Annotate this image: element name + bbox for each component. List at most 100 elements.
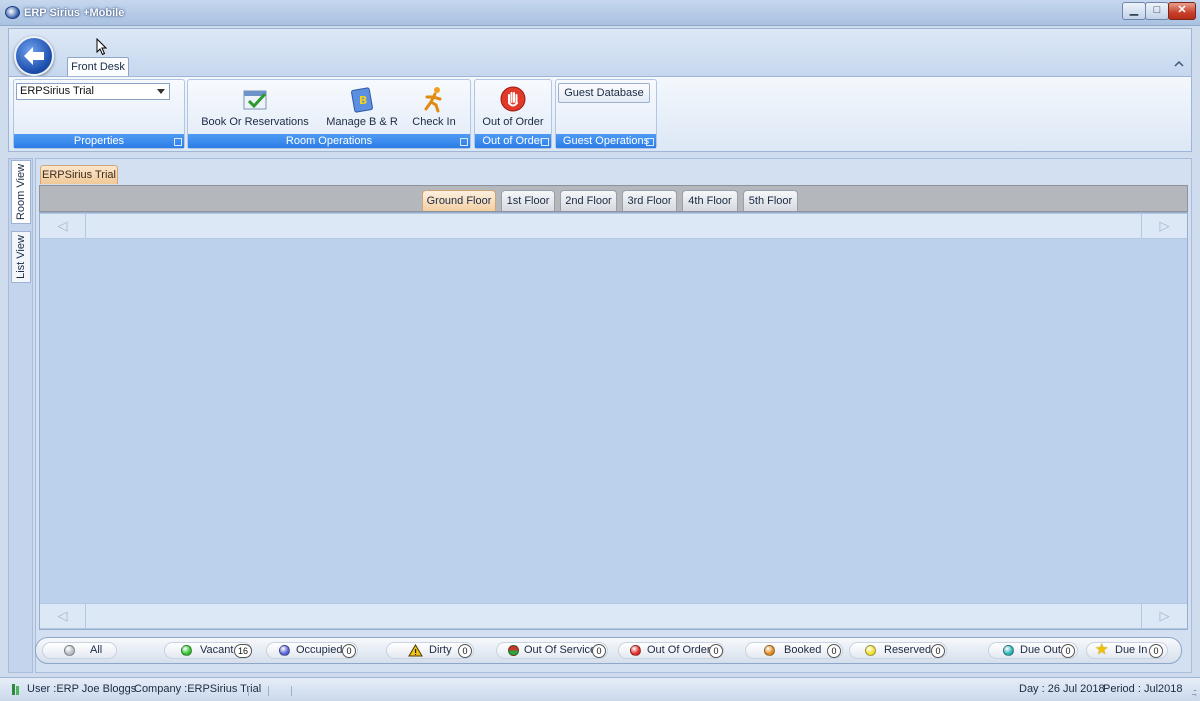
status-company: Company :ERPSirius Trial <box>134 683 262 695</box>
dialog-launcher-icon[interactable] <box>541 138 549 146</box>
tab-4th-floor[interactable]: 4th Floor <box>682 190 738 211</box>
legend-label: Due In <box>1115 644 1148 656</box>
title-bar: ERP Sirius +Mobile ▁ □ ✕ <box>0 0 1200 26</box>
orange-dot-icon <box>764 645 775 656</box>
property-select[interactable]: ERPSirius Trial <box>16 83 170 100</box>
legend-count: 0 <box>827 644 841 658</box>
room-grid-area <box>39 212 1188 630</box>
room-nav-bottom: ◁ ▷ <box>40 603 1187 629</box>
legend-filter-out-of-order[interactable]: Out Of Order 0 <box>618 642 724 659</box>
tab-3rd-floor[interactable]: 3rd Floor <box>622 190 677 211</box>
legend-filter-all[interactable]: All <box>42 642 117 659</box>
status-user: User :ERP Joe Bloggs <box>27 683 137 695</box>
legend-filter-out-of-service[interactable]: Out Of Service 0 <box>496 642 608 659</box>
running-person-icon <box>420 85 448 113</box>
out-of-order-label: Out of Order <box>482 116 544 128</box>
book-or-reservations-button[interactable]: Book Or Reservations <box>200 82 310 134</box>
yellow-dot-icon <box>865 645 876 656</box>
tab-list-view-label: List View <box>15 235 27 279</box>
tab-5th-floor[interactable]: 5th Floor <box>743 190 798 211</box>
legend-filter-due-out[interactable]: Due Out 0 <box>988 642 1078 659</box>
legend-filter-vacant[interactable]: Vacant 16 <box>164 642 253 659</box>
resize-grip-icon[interactable]: .:; <box>1191 687 1196 697</box>
book-or-reservations-label: Book Or Reservations <box>201 116 309 128</box>
status-day: Day : 26 Jul 2018 <box>1019 683 1105 695</box>
tab-room-view-label: Room View <box>15 163 27 221</box>
legend-label: Dirty <box>429 644 452 656</box>
dialog-launcher-icon[interactable] <box>460 138 468 146</box>
tab-2nd-floor[interactable]: 2nd Floor <box>560 190 617 211</box>
status-bar: User :ERP Joe Bloggs Company :ERPSirius … <box>0 677 1200 701</box>
tab-1st-floor[interactable]: 1st Floor <box>501 190 555 211</box>
scroll-left-button[interactable]: ◁ <box>40 214 86 238</box>
manage-b-and-r-label: Manage B & R <box>326 116 398 128</box>
tab-list-view[interactable]: List View <box>11 231 31 283</box>
legend-label: Out Of Order <box>647 644 711 656</box>
guest-database-button[interactable]: Guest Database <box>558 83 650 103</box>
window-title: ERP Sirius +Mobile <box>24 7 125 19</box>
group-guest-operations: Guest Database Guest Operations <box>555 79 657 149</box>
blue-dot-icon <box>279 645 290 656</box>
tab-ground-floor[interactable]: Ground Floor <box>422 190 496 211</box>
group-out-of-order: Out of Order Out of Order <box>474 79 552 149</box>
legend-count: 0 <box>1149 644 1163 658</box>
legend-label: Reserved <box>884 644 932 656</box>
legend-label: Out Of Service <box>524 644 597 656</box>
back-arrow-icon[interactable] <box>14 36 54 76</box>
legend-filter-dirty[interactable]: Dirty 0 <box>386 642 474 659</box>
calendar-check-icon <box>241 85 269 113</box>
group-label-guest-operations: Guest Operations <box>556 134 656 148</box>
out-of-order-button[interactable]: Out of Order <box>477 82 549 134</box>
check-in-label: Check In <box>412 116 456 128</box>
status-period: Period : Jul2018 <box>1103 683 1183 695</box>
tab-room-view[interactable]: Room View <box>11 160 31 224</box>
stop-hand-icon <box>499 85 527 113</box>
legend-count: 0 <box>709 644 723 658</box>
group-label-room-operations: Room Operations <box>188 134 470 148</box>
legend-filter-due-in[interactable]: ★ Due In 0 <box>1086 642 1168 659</box>
group-room-operations: Book Or Reservations B Manage B & R Chec… <box>187 79 471 149</box>
ribbon-panel: ERPSirius Trial Properties Book Or Reser… <box>8 76 1192 152</box>
group-properties: ERPSirius Trial Properties <box>13 79 185 149</box>
legend-count: 0 <box>342 644 356 658</box>
manage-b-and-r-button[interactable]: B Manage B & R <box>324 82 400 134</box>
warning-triangle-icon <box>408 644 423 657</box>
scroll-right-button[interactable]: ▷ <box>1141 604 1187 628</box>
scroll-left-button[interactable]: ◁ <box>40 604 86 628</box>
star-icon: ★ <box>1095 641 1109 658</box>
red-dot-icon <box>630 645 641 656</box>
status-divider <box>291 686 292 696</box>
group-label-out-of-order: Out of Order <box>475 134 551 148</box>
scroll-right-button[interactable]: ▷ <box>1141 214 1187 238</box>
book-b-icon: B <box>348 85 376 113</box>
property-select-value: ERPSirius Trial <box>20 85 94 97</box>
tab-property-document[interactable]: ERPSirius Trial <box>40 165 118 184</box>
red-green-dot-icon <box>508 645 519 656</box>
gray-dot-icon <box>64 645 75 656</box>
legend-count: 16 <box>234 644 253 658</box>
legend-count: 0 <box>458 644 472 658</box>
legend-count: 0 <box>1061 644 1075 658</box>
legend-label: Due Out <box>1020 644 1061 656</box>
legend-label: Vacant <box>200 644 234 656</box>
status-divider <box>248 686 249 696</box>
close-button[interactable]: ✕ <box>1168 2 1196 20</box>
legend-label: All <box>90 644 103 656</box>
legend-filter-booked[interactable]: Booked 0 <box>745 642 843 659</box>
group-label-properties: Properties <box>14 134 184 148</box>
status-divider <box>268 686 269 696</box>
green-dot-icon <box>181 645 192 656</box>
ribbon-tab-strip <box>8 28 1192 76</box>
teal-dot-icon <box>1003 645 1014 656</box>
dialog-launcher-icon[interactable] <box>646 138 654 146</box>
maximize-button[interactable]: □ <box>1145 2 1169 20</box>
room-nav-top: ◁ ▷ <box>40 213 1187 239</box>
tab-front-desk[interactable]: Front Desk <box>67 57 129 77</box>
legend-filter-occupied[interactable]: Occupied 0 <box>266 642 358 659</box>
user-status-icon <box>12 684 19 695</box>
check-in-button[interactable]: Check In <box>406 82 462 134</box>
legend-filter-reserved[interactable]: Reserved 0 <box>849 642 947 659</box>
chevron-up-icon[interactable] <box>1174 60 1184 70</box>
dialog-launcher-icon[interactable] <box>174 138 182 146</box>
minimize-button[interactable]: ▁ <box>1122 2 1146 20</box>
